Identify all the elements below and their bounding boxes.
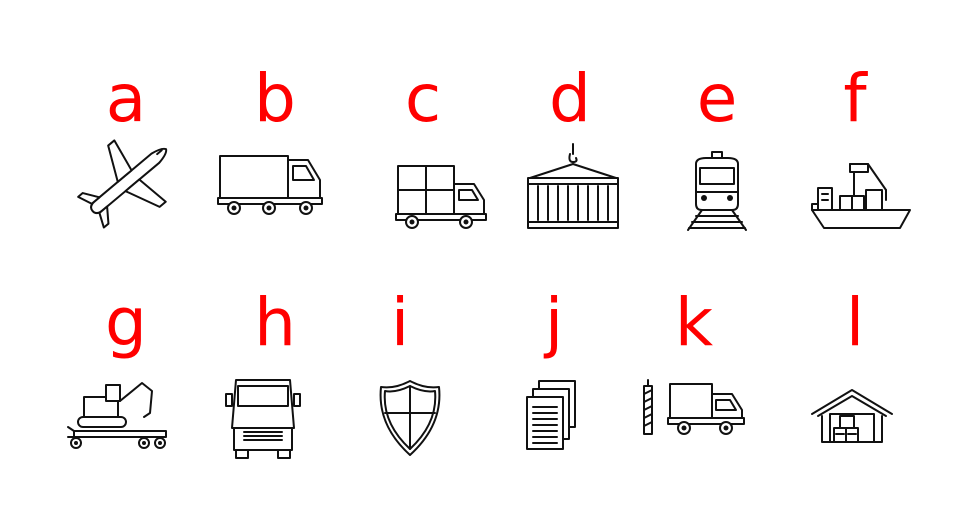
label-j: j [544,284,564,361]
label-d: d [549,60,591,137]
label-b: b [254,60,296,137]
label-l: l [845,284,865,361]
cargo-ship-icon [806,150,916,240]
label-e: e [696,60,738,137]
label-h: h [254,284,296,361]
label-f: f [843,60,867,137]
shipping-container-crane-hook-icon [518,140,628,230]
train-icon [662,140,772,231]
delivery-truck-boxes-icon [380,150,490,240]
documents-icon [505,375,615,465]
label-g: g [105,284,147,361]
label-c: c [404,60,442,137]
semi-truck-icon [216,140,326,230]
truck-front-icon [208,372,318,462]
label-a: a [105,60,147,137]
lowboy-trailer-excavator-icon [64,375,174,465]
label-i: i [390,284,410,361]
airplane-icon [72,139,182,230]
customs-border-truck-icon [636,372,746,462]
warehouse-icon [798,376,908,466]
shield-icon [355,375,465,465]
label-k: k [674,284,714,361]
